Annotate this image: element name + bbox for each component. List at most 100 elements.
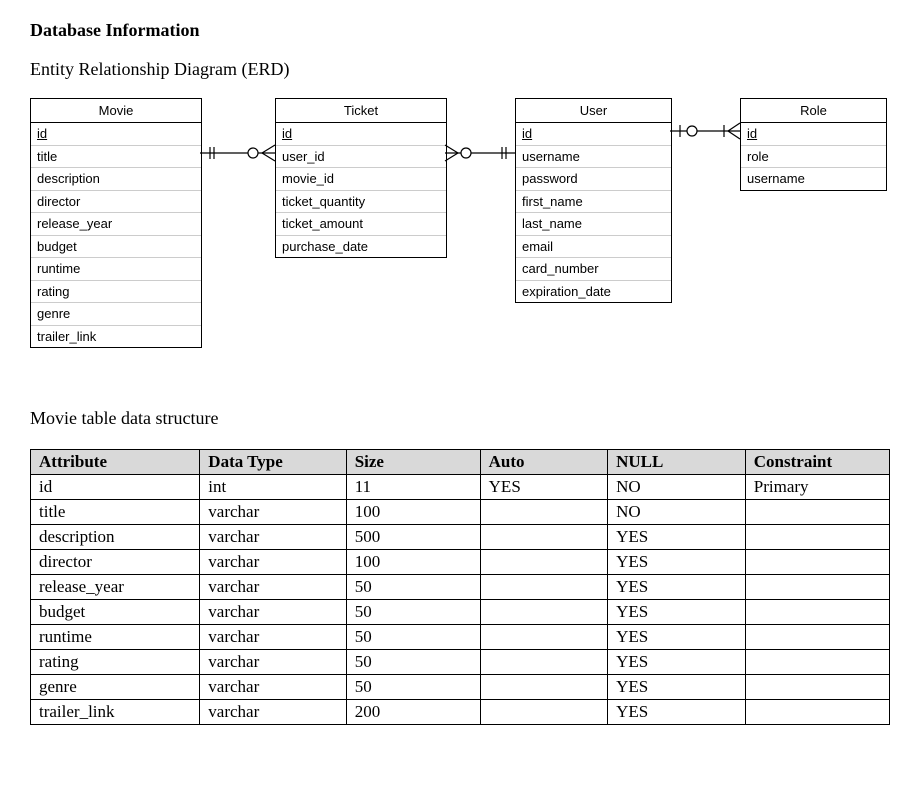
table-cell xyxy=(480,550,607,575)
table-cell: varchar xyxy=(200,550,346,575)
table-cell: rating xyxy=(31,650,200,675)
entity-movie: Movie id title description director rele… xyxy=(30,98,202,348)
table-cell: runtime xyxy=(31,625,200,650)
table-cell: trailer_link xyxy=(31,700,200,725)
table-cell: varchar xyxy=(200,575,346,600)
table-cell: 50 xyxy=(346,675,480,700)
table-cell: varchar xyxy=(200,700,346,725)
table-cell xyxy=(745,625,889,650)
entity-user-attr: password xyxy=(516,168,671,191)
table-cell: 50 xyxy=(346,625,480,650)
entity-movie-attr: release_year xyxy=(31,213,201,236)
table-header-row: Attribute Data Type Size Auto NULL Const… xyxy=(31,450,890,475)
table-cell xyxy=(745,500,889,525)
table-cell: 50 xyxy=(346,650,480,675)
table-cell xyxy=(745,525,889,550)
table-cell: 200 xyxy=(346,700,480,725)
th-auto: Auto xyxy=(480,450,607,475)
table-cell xyxy=(480,650,607,675)
entity-movie-attr: genre xyxy=(31,303,201,326)
table-cell: varchar xyxy=(200,625,346,650)
table-row: titlevarchar100NO xyxy=(31,500,890,525)
table-cell: genre xyxy=(31,675,200,700)
entity-user-attr: email xyxy=(516,236,671,259)
table-cell: 100 xyxy=(346,500,480,525)
table-cell: 100 xyxy=(346,550,480,575)
table-cell: NO xyxy=(608,475,746,500)
schema-table: Attribute Data Type Size Auto NULL Const… xyxy=(30,449,890,725)
table-cell: YES xyxy=(608,675,746,700)
table-cell: varchar xyxy=(200,500,346,525)
table-cell xyxy=(745,700,889,725)
entity-user: User id username password first_name las… xyxy=(515,98,672,303)
table-row: budgetvarchar50YES xyxy=(31,600,890,625)
th-size: Size xyxy=(346,450,480,475)
table-cell xyxy=(480,575,607,600)
entity-movie-attr: budget xyxy=(31,236,201,259)
table-row: release_yearvarchar50YES xyxy=(31,575,890,600)
th-datatype: Data Type xyxy=(200,450,346,475)
table-cell xyxy=(480,525,607,550)
entity-role-attr: role xyxy=(741,146,886,169)
table-cell: int xyxy=(200,475,346,500)
th-constraint: Constraint xyxy=(745,450,889,475)
entity-role-header: Role xyxy=(741,99,886,123)
entity-user-attr: card_number xyxy=(516,258,671,281)
th-attribute: Attribute xyxy=(31,450,200,475)
table-cell xyxy=(480,625,607,650)
table-cell: varchar xyxy=(200,525,346,550)
entity-ticket-attr: ticket_amount xyxy=(276,213,446,236)
table-cell xyxy=(480,500,607,525)
table-cell: varchar xyxy=(200,650,346,675)
table-cell: budget xyxy=(31,600,200,625)
table-cell xyxy=(745,600,889,625)
entity-role-attr: id xyxy=(741,123,886,146)
table-cell: varchar xyxy=(200,675,346,700)
entity-user-header: User xyxy=(516,99,671,123)
table-cell: 11 xyxy=(346,475,480,500)
entity-user-attr: expiration_date xyxy=(516,281,671,303)
entity-ticket-attr: ticket_quantity xyxy=(276,191,446,214)
table-row: idint11YESNOPrimary xyxy=(31,475,890,500)
entity-ticket-attr: purchase_date xyxy=(276,236,446,258)
table-cell: director xyxy=(31,550,200,575)
page-title: Database Information xyxy=(30,20,882,41)
erd-diagram: Movie id title description director rele… xyxy=(30,98,890,378)
table-row: runtimevarchar50YES xyxy=(31,625,890,650)
entity-role-attr: username xyxy=(741,168,886,190)
table-cell xyxy=(745,650,889,675)
table-row: genrevarchar50 YES xyxy=(31,675,890,700)
table-cell: 500 xyxy=(346,525,480,550)
table-cell: 50 xyxy=(346,575,480,600)
table-row: trailer_linkvarchar200 YES xyxy=(31,700,890,725)
entity-ticket-attr: movie_id xyxy=(276,168,446,191)
table-cell: YES xyxy=(608,650,746,675)
table-cell: YES xyxy=(608,600,746,625)
table-cell: title xyxy=(31,500,200,525)
entity-ticket: Ticket id user_id movie_id ticket_quanti… xyxy=(275,98,447,258)
entity-user-attr: id xyxy=(516,123,671,146)
table-cell xyxy=(745,575,889,600)
table-cell xyxy=(745,550,889,575)
entity-movie-attr: id xyxy=(31,123,201,146)
table-cell: description xyxy=(31,525,200,550)
table-cell: YES xyxy=(608,525,746,550)
table-cell: YES xyxy=(608,700,746,725)
entity-movie-header: Movie xyxy=(31,99,201,123)
entity-movie-attr: trailer_link xyxy=(31,326,201,348)
entity-movie-attr: rating xyxy=(31,281,201,304)
table-cell: YES xyxy=(608,575,746,600)
entity-user-attr: first_name xyxy=(516,191,671,214)
entity-movie-attr: runtime xyxy=(31,258,201,281)
table-row: directorvarchar100YES xyxy=(31,550,890,575)
table-cell xyxy=(480,675,607,700)
table-cell: 50 xyxy=(346,600,480,625)
entity-movie-attr: director xyxy=(31,191,201,214)
entity-role: Role id role username xyxy=(740,98,887,191)
table-row: ratingvarchar50 YES xyxy=(31,650,890,675)
table-row: descriptionvarchar500 YES xyxy=(31,525,890,550)
erd-subtitle: Entity Relationship Diagram (ERD) xyxy=(30,59,882,80)
table-cell: Primary xyxy=(745,475,889,500)
table-cell: id xyxy=(31,475,200,500)
entity-movie-attr: description xyxy=(31,168,201,191)
